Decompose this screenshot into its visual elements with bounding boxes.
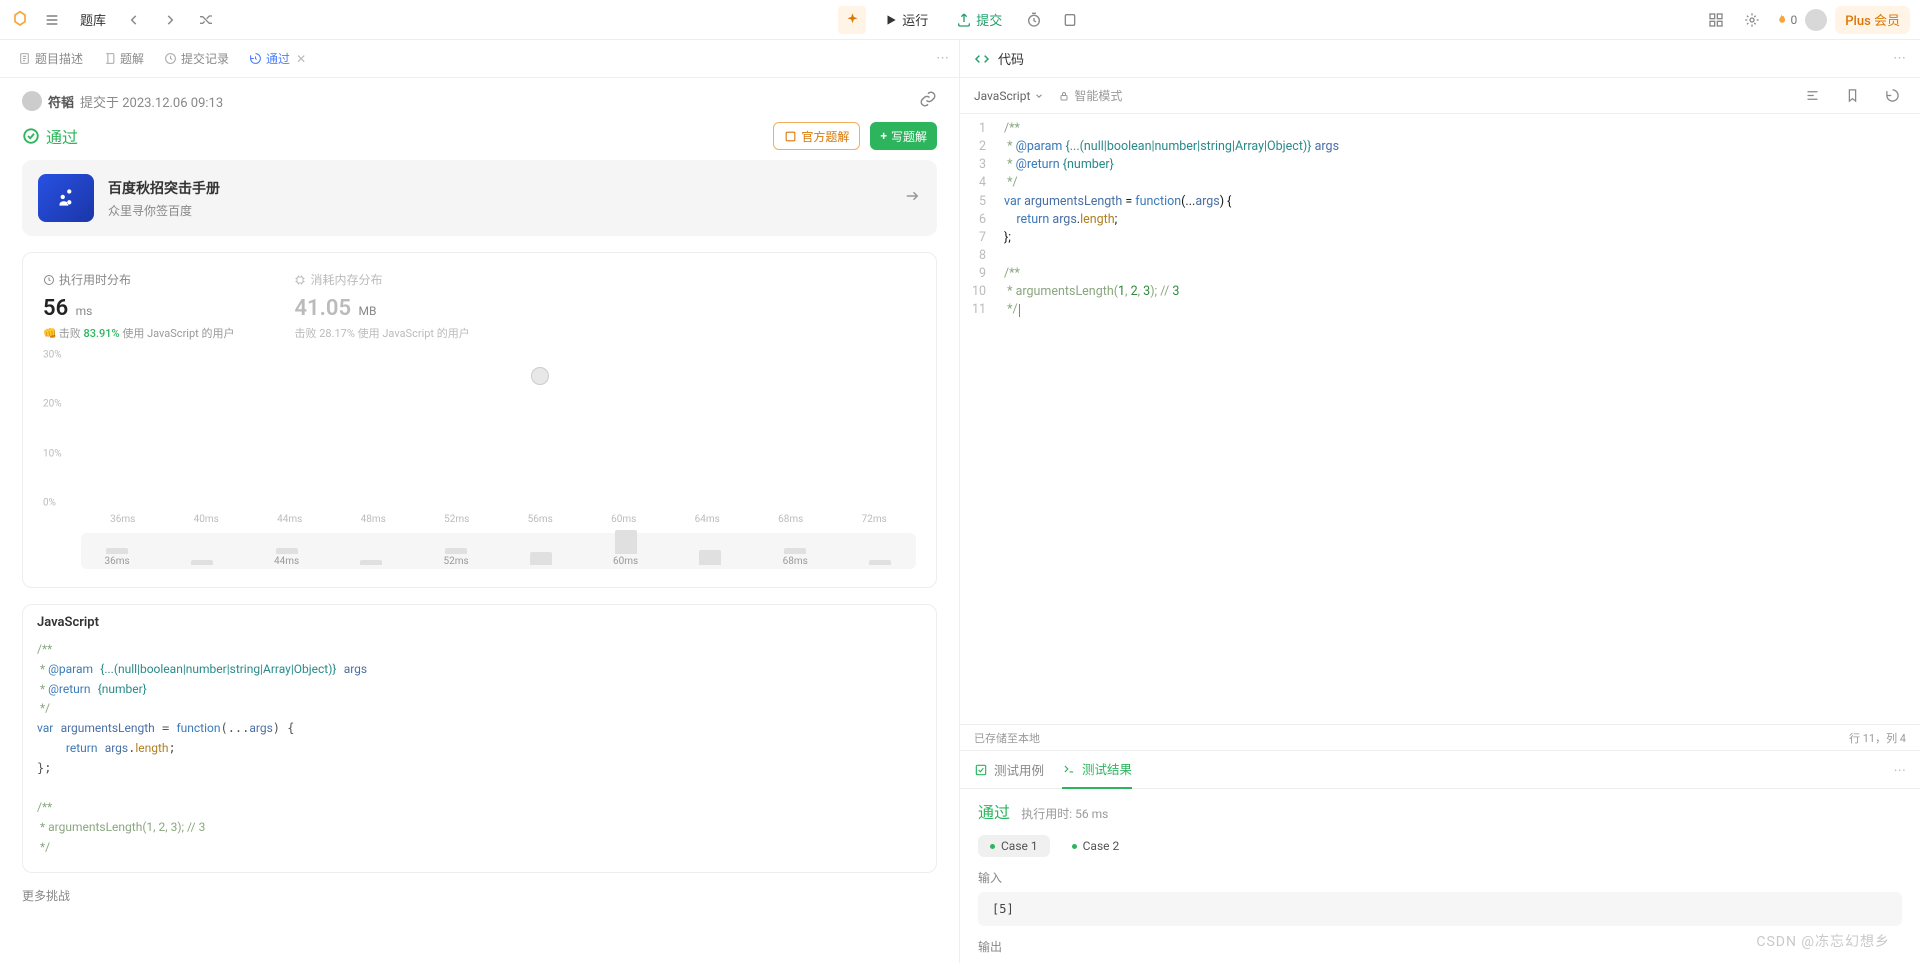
- username: 符韬: [48, 92, 74, 111]
- lock-icon: [1058, 90, 1070, 102]
- settings-icon[interactable]: [1738, 6, 1766, 34]
- tab-solution[interactable]: 题解: [95, 46, 152, 71]
- runtime-chart: 36ms40ms44ms48ms52ms56ms60ms64ms68ms72ms…: [43, 355, 916, 525]
- list-icon[interactable]: [38, 6, 66, 34]
- status-pass: 通过: [22, 124, 78, 148]
- submit-time: 提交于 2023.12.06 09:13: [80, 92, 223, 111]
- link-icon[interactable]: [919, 90, 937, 112]
- tab-results[interactable]: 测试结果: [1062, 751, 1132, 789]
- check-square-icon: [974, 763, 988, 777]
- timer-icon[interactable]: [1020, 6, 1048, 34]
- shuffle-icon[interactable]: [192, 6, 220, 34]
- snippet-title: JavaScript: [23, 605, 936, 630]
- next-icon[interactable]: [156, 6, 184, 34]
- tab-history[interactable]: 提交记录: [156, 46, 237, 71]
- plus-button[interactable]: Plus 会员: [1835, 6, 1910, 34]
- saved-status: 已存储至本地: [974, 730, 1040, 746]
- promo-title: 百度秋招突击手册: [108, 178, 220, 198]
- right-pane: 代码 ⋯ JavaScript 智能模式 1234567891011 /** *…: [960, 40, 1920, 963]
- logo-icon[interactable]: [10, 10, 30, 30]
- reset-icon[interactable]: [1878, 82, 1906, 110]
- gutter: 1234567891011: [960, 114, 994, 724]
- promo-thumb: [38, 174, 94, 222]
- output-label: 输出: [978, 938, 1902, 955]
- cursor: [1019, 304, 1020, 318]
- run-label: 运行: [902, 10, 928, 29]
- editor-status: 已存储至本地 行 11，列 4: [960, 724, 1920, 750]
- submit-label: 提交: [976, 10, 1002, 29]
- test-panel: 测试用例 测试结果 ⋯ 通过 执行用时: 56 ms Case 1 Case 2…: [960, 750, 1920, 963]
- format-icon[interactable]: [1798, 82, 1826, 110]
- snippet-card: JavaScript /** * @param {...(null|boolea…: [22, 604, 937, 873]
- submit-button[interactable]: 提交: [946, 6, 1012, 34]
- runtime-col[interactable]: 执行用时分布 56 ms 👊击败 83.91% 使用 JavaScript 的用…: [43, 271, 234, 341]
- prev-icon[interactable]: [120, 6, 148, 34]
- close-icon[interactable]: ✕: [296, 52, 306, 66]
- editor-toolbar: JavaScript 智能模式: [960, 78, 1920, 114]
- left-pane: 题目描述 题解 提交记录 通过 ✕ ⋯ 符韬 提交于 2: [0, 40, 960, 963]
- library-link[interactable]: 题库: [74, 10, 112, 29]
- case-1[interactable]: Case 1: [978, 835, 1050, 857]
- mini-chart[interactable]: 36ms44ms52ms60ms68ms: [81, 533, 916, 569]
- more-icon[interactable]: ⋯: [1894, 762, 1907, 778]
- streak-value: 0: [1790, 13, 1797, 27]
- write-solution-button[interactable]: + 写题解: [870, 122, 937, 150]
- run-button[interactable]: 运行: [874, 6, 938, 34]
- code-editor[interactable]: 1234567891011 /** * @param {...(null|boo…: [960, 114, 1920, 724]
- tab-description[interactable]: 题目描述: [10, 46, 91, 71]
- debug-sparkle-icon[interactable]: [838, 6, 866, 34]
- streak-counter[interactable]: 0: [1774, 13, 1797, 27]
- code-header: 代码 ⋯: [960, 40, 1920, 78]
- language-select[interactable]: JavaScript: [974, 89, 1044, 103]
- result-status: 通过: [978, 803, 1010, 822]
- result-time: 执行用时: 56 ms: [1021, 807, 1108, 821]
- bookmark-icon[interactable]: [1838, 82, 1866, 110]
- tab-testcases[interactable]: 测试用例: [974, 760, 1044, 779]
- code-title: 代码: [998, 49, 1024, 68]
- snippet-body: /** * @param {...(null|boolean|number|st…: [23, 630, 936, 872]
- promo-sub: 众里寻你签百度: [108, 202, 220, 219]
- tab-pass[interactable]: 通过 ✕: [241, 46, 314, 71]
- code-body[interactable]: /** * @param {...(null|boolean|number|st…: [994, 114, 1920, 724]
- topbar: 题库 运行 提交: [0, 0, 1920, 40]
- terminal-icon: [1062, 762, 1076, 776]
- layout-icon[interactable]: [1702, 6, 1730, 34]
- plus-label: Plus 会员: [1845, 10, 1900, 29]
- more-icon[interactable]: ⋯: [936, 51, 949, 66]
- left-tabs: 题目描述 题解 提交记录 通过 ✕ ⋯: [0, 40, 959, 78]
- chart-marker: [531, 367, 549, 385]
- chevron-down-icon: [1034, 91, 1044, 101]
- input-label: 输入: [978, 869, 1902, 886]
- more-challenges[interactable]: 更多挑战: [0, 883, 959, 914]
- input-box[interactable]: [5]: [978, 892, 1902, 926]
- more-icon[interactable]: ⋯: [1893, 51, 1906, 66]
- note-icon[interactable]: [1056, 6, 1084, 34]
- case-2[interactable]: Case 2: [1060, 835, 1132, 857]
- cursor-pos: 行 11，列 4: [1849, 730, 1906, 746]
- arrow-right-icon: [903, 187, 921, 209]
- smart-mode[interactable]: 智能模式: [1058, 87, 1122, 104]
- avatar[interactable]: [1805, 9, 1827, 31]
- promo-card[interactable]: 百度秋招突击手册 众里寻你签百度: [22, 160, 937, 236]
- memory-col[interactable]: 消耗内存分布 41.05 MB 击败 28.17% 使用 JavaScript …: [294, 271, 469, 341]
- stats-card: 执行用时分布 56 ms 👊击败 83.91% 使用 JavaScript 的用…: [22, 252, 937, 588]
- submission-header: 符韬 提交于 2023.12.06 09:13: [0, 78, 959, 118]
- clock-icon: [43, 274, 55, 286]
- code-icon: [974, 51, 990, 67]
- official-solution-button[interactable]: 官方题解: [773, 122, 860, 150]
- user-avatar: [22, 91, 42, 111]
- memory-icon: [294, 274, 306, 286]
